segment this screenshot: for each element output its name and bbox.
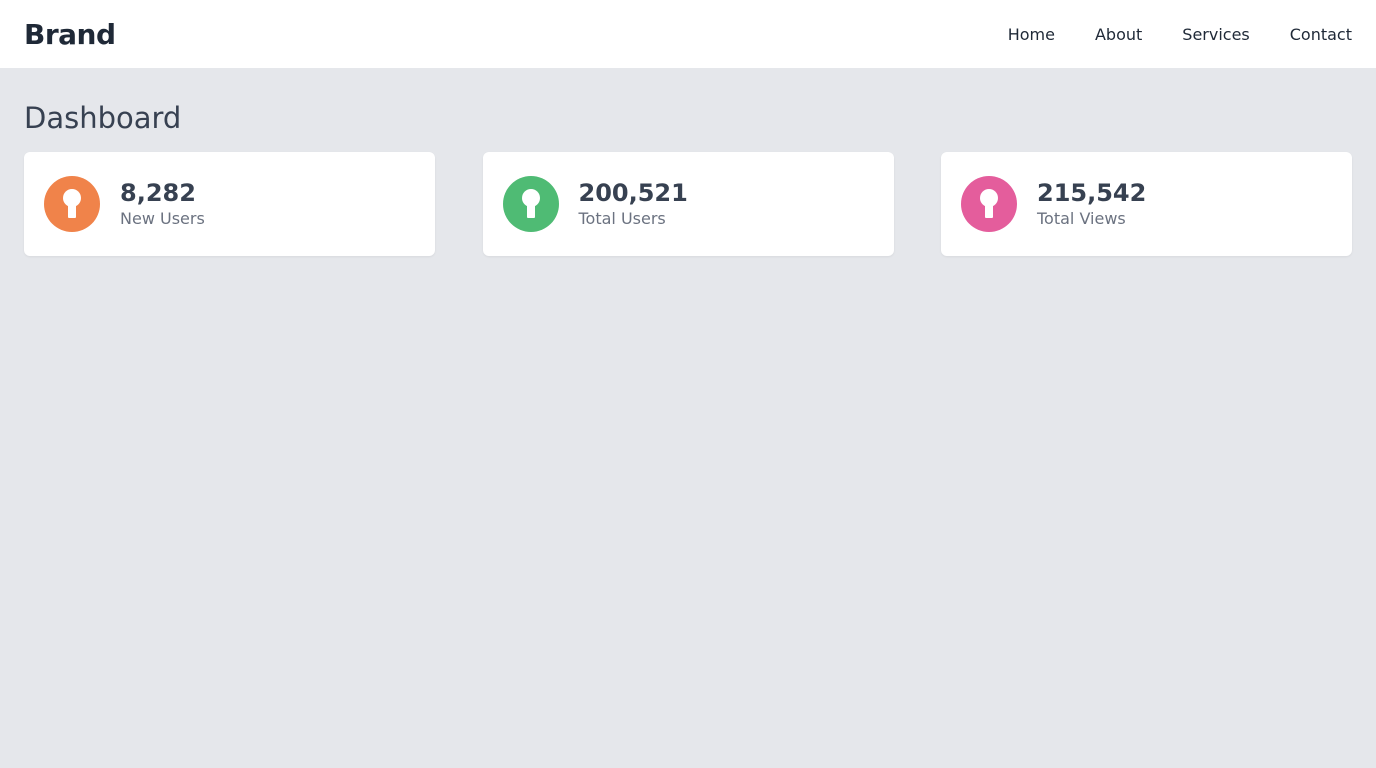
stat-card-text: 8,282 New Users (120, 178, 205, 230)
stat-card-text: 215,542 Total Views (1037, 178, 1146, 230)
nav-link-about[interactable]: About (1095, 25, 1142, 44)
stat-card-text: 200,521 Total Users (579, 178, 688, 230)
nav-links: Home About Services Contact (968, 25, 1352, 44)
keyhole-icon-glyph (63, 189, 81, 218)
stat-value: 8,282 (120, 179, 196, 207)
stat-card-total-views: 215,542 Total Views (941, 152, 1352, 256)
stat-card-new-users: 8,282 New Users (24, 152, 435, 256)
page-title: Dashboard (24, 101, 182, 135)
main-content: Dashboard 8,282 New Users 200,521 Total … (0, 68, 1376, 256)
navbar: Brand Home About Services Contact (0, 0, 1376, 68)
stat-value: 215,542 (1037, 179, 1147, 207)
keyhole-icon-glyph (980, 189, 998, 218)
keyhole-icon (502, 176, 559, 232)
nav-link-home[interactable]: Home (1008, 25, 1055, 44)
stat-cards: 8,282 New Users 200,521 Total Users 215,… (24, 152, 1352, 256)
stat-card-total-users: 200,521 Total Users (482, 152, 894, 256)
nav-link-services[interactable]: Services (1182, 25, 1249, 44)
stat-label: Total Views (1037, 209, 1126, 228)
keyhole-icon (961, 176, 1017, 232)
stat-label: New Users (120, 209, 205, 228)
stat-value: 200,521 (578, 179, 688, 207)
stat-label: Total Users (578, 209, 666, 228)
brand-logo[interactable]: Brand (24, 18, 116, 51)
keyhole-icon-glyph (521, 189, 540, 218)
nav-link-contact[interactable]: Contact (1290, 25, 1352, 44)
keyhole-icon (44, 176, 100, 232)
